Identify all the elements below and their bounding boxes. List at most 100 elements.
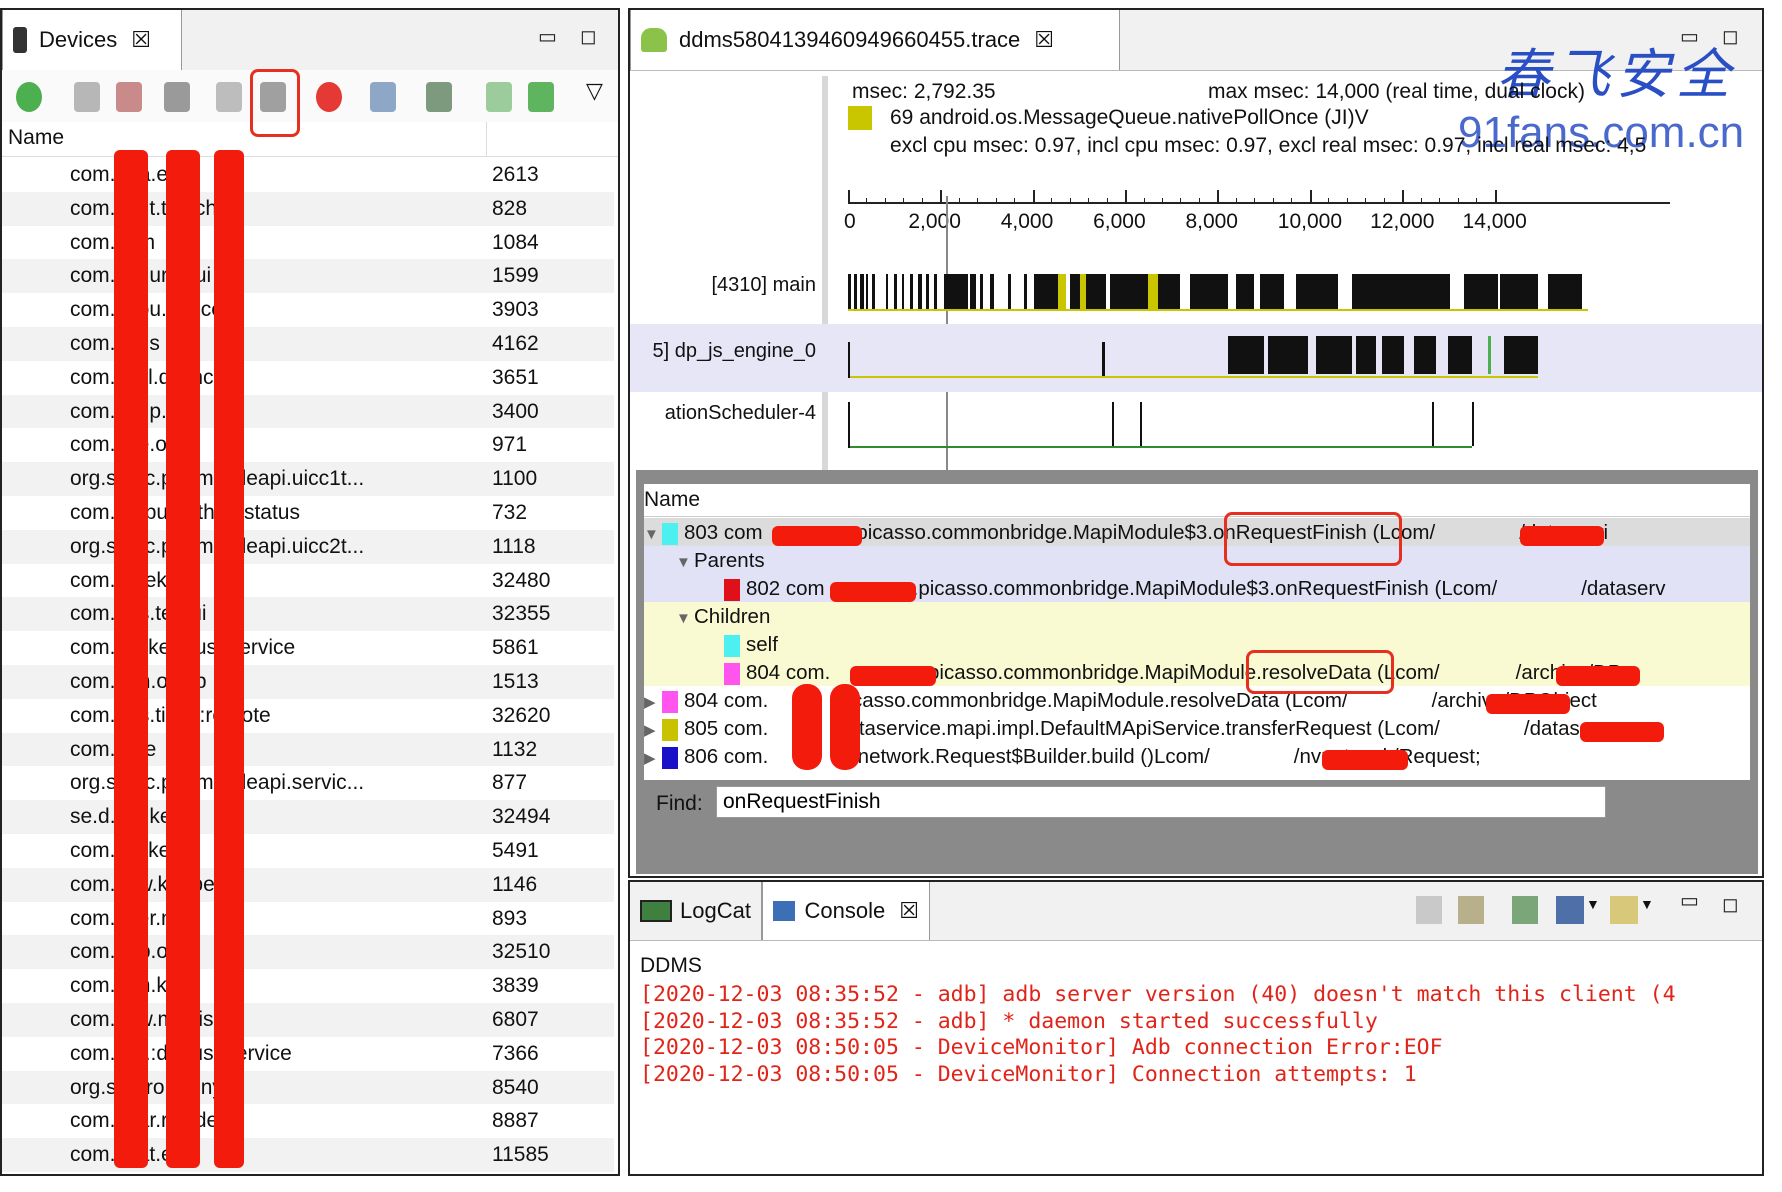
tree-row-children[interactable]: ▼ Children: [676, 602, 1736, 631]
stop-process-icon[interactable]: [316, 82, 342, 112]
tree-row-self[interactable]: self: [724, 630, 1736, 659]
trace-segment: [1296, 274, 1338, 310]
table-row[interactable]: com.ui.re1132: [2, 732, 614, 767]
display-console-icon[interactable]: [1556, 896, 1584, 924]
thread-update-icon[interactable]: [216, 82, 242, 112]
dump-view-icon[interactable]: [426, 82, 452, 112]
table-row[interactable]: com.ui.ns4162: [2, 327, 614, 361]
systrace-icon[interactable]: [486, 82, 512, 112]
open-console-icon[interactable]: [1610, 896, 1638, 924]
axis-minor-tick: [1328, 198, 1330, 204]
thread-track-main[interactable]: [848, 274, 1608, 314]
find-input[interactable]: [716, 786, 1606, 818]
trace-segment: [970, 274, 976, 310]
tree-row-parents[interactable]: ▼ Parents: [676, 546, 1736, 575]
table-row[interactable]: com.o.m.oknlp1513: [2, 665, 614, 699]
table-row[interactable]: com.dr.p.one32510: [2, 935, 614, 970]
table-row[interactable]: com.n.g.:dppushservice7366: [2, 1036, 614, 1071]
trace-segment: [902, 274, 904, 310]
tab-logcat[interactable]: LogCat: [630, 882, 762, 940]
pin-console-icon[interactable]: [1512, 896, 1538, 924]
axis-minor-tick: [866, 198, 868, 204]
table-row[interactable]: com.dr.s.tings:remote32620: [2, 698, 614, 733]
table-row[interactable]: com.il.fr.ker5491: [2, 834, 614, 868]
thread-track-scheduler[interactable]: [848, 398, 1608, 450]
column-name-header[interactable]: Name: [8, 126, 64, 150]
table-row[interactable]: com.m.a.elux2613: [2, 158, 614, 192]
table-row[interactable]: com.ui.e.one971: [2, 428, 614, 463]
thread-label-main[interactable]: [4310] main: [630, 274, 816, 297]
table-row[interactable]: com.o.m.ket3839: [2, 969, 614, 1004]
tab-devices[interactable]: Devices ☒: [2, 10, 182, 70]
close-icon[interactable]: ☒: [131, 27, 151, 53]
axis-minor-tick: [977, 198, 979, 204]
table-row[interactable]: com.e.s.ur.miui1599: [2, 259, 614, 294]
trace-segment: [886, 274, 888, 310]
opengl-trace-icon[interactable]: [528, 82, 554, 112]
table-row[interactable]: com.il.fr.ker:pushservice5861: [2, 631, 614, 666]
trace-segment: [1190, 274, 1228, 310]
redaction-bar: [1486, 694, 1570, 714]
table-row[interactable]: com.ui.w.keeper1146: [2, 867, 614, 902]
view-menu-icon[interactable]: ▽: [586, 78, 603, 104]
table-row[interactable]: org.s.dr.ro.drony8540: [2, 1070, 614, 1105]
minimize-icon[interactable]: ▭: [1680, 888, 1699, 913]
tree-header-name[interactable]: Name: [644, 488, 700, 512]
axis-minor-tick: [1346, 198, 1348, 204]
table-row[interactable]: com.ui.at.er211585: [2, 1138, 614, 1173]
trace-segment: [980, 274, 983, 310]
table-row[interactable]: com.ui.er.n893: [2, 901, 614, 936]
clear-console-icon[interactable]: [1416, 896, 1442, 924]
console-tabbar: LogCat Console ☒ ▼ ▼ ▭ ◻: [630, 882, 1762, 941]
devices-panel: Devices ☒ ▭ ◻ ▽ Name com.m.a.elux2613com…: [0, 8, 620, 1176]
thread-label-scheduler[interactable]: ationScheduler-4: [630, 402, 816, 425]
process-pid: 11585: [492, 1143, 549, 1167]
trace-segment: [1236, 274, 1254, 310]
axis-tick-label: 8,000: [1185, 210, 1238, 233]
axis-minor-tick: [1383, 198, 1385, 204]
scroll-lock-icon[interactable]: [1458, 896, 1484, 924]
close-icon[interactable]: ☒: [899, 898, 919, 924]
axis-minor-tick: [884, 198, 886, 204]
maximize-icon[interactable]: ◻: [1722, 892, 1739, 917]
gc-icon[interactable]: [164, 82, 190, 112]
trace-segment: [1110, 274, 1180, 310]
axis-minor-tick: [1180, 198, 1182, 204]
table-row[interactable]: org.s.al.c.penmobileapi.uicc1t...1100: [2, 462, 614, 497]
redaction-bar: [114, 150, 148, 1168]
table-row[interactable]: com.hu.pu.nethod.status732: [2, 496, 614, 530]
table-row[interactable]: com.ui.m 1084: [2, 225, 614, 260]
axis-minor-tick: [1051, 198, 1053, 204]
screen-capture-icon[interactable]: [370, 82, 396, 112]
table-row[interactable]: com.ui.ar.rovider8887: [2, 1104, 614, 1139]
trace-segment: [910, 274, 913, 310]
maximize-icon[interactable]: ◻: [580, 24, 597, 49]
heap-update-icon[interactable]: [74, 82, 100, 112]
table-row[interactable]: com.ui.nt.tcatcher 828: [2, 191, 614, 226]
table-row[interactable]: com.ed.ek.ns32480: [2, 563, 614, 598]
thread-track-js[interactable]: [848, 332, 1608, 386]
process-pid: 5861: [492, 636, 539, 660]
table-row[interactable]: com.ui.cl.dsync3651: [2, 360, 614, 395]
chevron-down-icon[interactable]: ▼: [1640, 896, 1654, 912]
axis-tick-label: 6,000: [1093, 210, 1146, 233]
close-icon[interactable]: ☒: [1034, 27, 1054, 53]
axis-tick: [1494, 190, 1497, 204]
chevron-down-icon[interactable]: ▼: [1586, 896, 1600, 912]
table-row[interactable]: org.s.al.c.penmobileapi.uicc2t...1118: [2, 529, 614, 564]
table-row[interactable]: com.id.np._mi3400: [2, 394, 614, 429]
tab-console[interactable]: Console ☒: [762, 882, 930, 940]
trace-segment: [1024, 274, 1027, 310]
trace-segment: [1504, 336, 1538, 374]
table-row[interactable]: com.ui.ou.ervice3903: [2, 293, 614, 328]
minimize-icon[interactable]: ▭: [538, 24, 557, 49]
redaction-bar: [1520, 526, 1604, 546]
tab-trace[interactable]: ddms5804139460949660455.trace ☒: [630, 10, 1120, 70]
table-row[interactable]: com.pj.w.magisk6807: [2, 1003, 614, 1037]
debug-bug-icon[interactable]: [16, 82, 42, 112]
thread-label-js[interactable]: 5] dp_js_engine_0: [630, 340, 816, 363]
table-row[interactable]: com.dr.s.temui32355: [2, 597, 614, 632]
table-row[interactable]: se.d.c.a.ker32494: [2, 800, 614, 835]
dump-heap-icon[interactable]: [116, 82, 142, 112]
table-row[interactable]: org.s.al.c.penmobileapi.servic...877: [2, 766, 614, 801]
